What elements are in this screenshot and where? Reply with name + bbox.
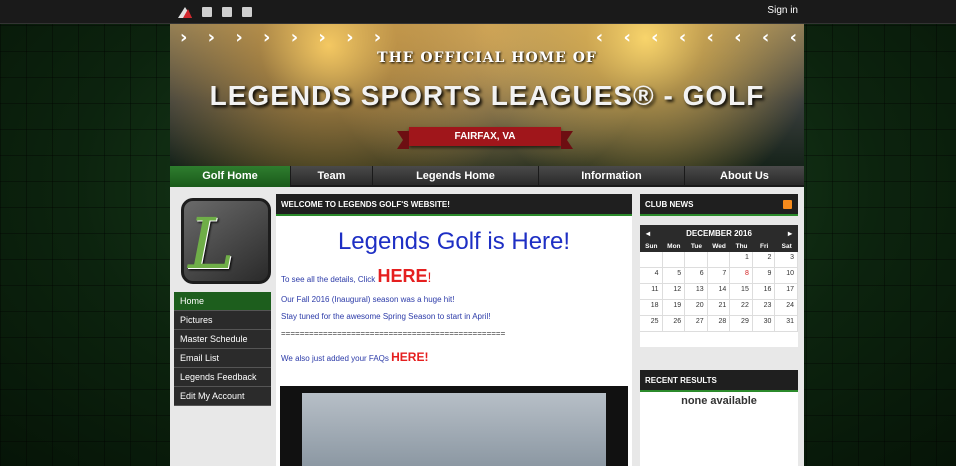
calendar-header: ◂ DECEMBER 2016 ▸ bbox=[640, 225, 798, 241]
calendar-weekday: Thu bbox=[735, 243, 748, 250]
calendar-next-icon[interactable]: ▸ bbox=[788, 229, 792, 238]
calendar-day[interactable]: 3 bbox=[775, 252, 798, 268]
left-column: L Home Pictures Master Schedule Email Li… bbox=[174, 194, 271, 406]
location-ribbon: FAIRFAX, VA bbox=[397, 127, 573, 149]
calendar-day[interactable]: 30 bbox=[752, 316, 776, 332]
calendar-days: 1 2 3 4 5 6 7 8 9 10 11 12 13 14 15 16 17 18 19 20 21 22 23 24 2… bbox=[640, 252, 798, 332]
calendar-day[interactable]: 18 bbox=[640, 300, 663, 316]
calendar-day[interactable]: 11 bbox=[640, 284, 663, 300]
club-news-label: CLUB NEWS bbox=[645, 200, 694, 209]
calendar-weekday: Mon bbox=[667, 243, 681, 250]
calendar-day[interactable]: 1 bbox=[730, 252, 753, 268]
video-player[interactable] bbox=[280, 386, 628, 466]
calendar: ◂ DECEMBER 2016 ▸ Sun Mon Tue Wed Thu Fri Sat … bbox=[640, 225, 798, 347]
calendar-day[interactable]: 14 bbox=[707, 284, 731, 300]
side-item-home[interactable]: Home bbox=[174, 292, 271, 311]
nav-about-us[interactable]: About Us bbox=[685, 166, 804, 187]
legends-logo: L bbox=[181, 198, 271, 285]
details-here-link[interactable]: HERE bbox=[378, 266, 428, 286]
banner-title: LEGENDS SPORTS LEAGUES® - GOLF bbox=[209, 80, 765, 111]
details-text: To see all the details, Click bbox=[281, 275, 378, 284]
season-line: Our Fall 2016 (Inaugural) season was a h… bbox=[281, 295, 455, 304]
twitter-icon[interactable] bbox=[242, 7, 252, 17]
welcome-heading: WELCOME TO LEGENDS GOLF'S WEBSITE! bbox=[276, 194, 632, 216]
calendar-weekdays: Sun Mon Tue Wed Thu Fri Sat bbox=[640, 241, 798, 252]
calendar-day[interactable]: 6 bbox=[685, 268, 708, 284]
calendar-day[interactable]: 19 bbox=[662, 300, 686, 316]
right-chevrons: ‹ ‹ ‹ ‹ ‹ ‹ ‹ ‹ bbox=[595, 27, 804, 48]
calendar-weekday: Fri bbox=[759, 243, 769, 250]
welcome-title: Legends Golf is Here! bbox=[337, 228, 571, 255]
nav-team[interactable]: Team bbox=[291, 166, 373, 187]
calendar-empty-cell bbox=[640, 252, 663, 268]
faq-here-link[interactable]: HERE! bbox=[391, 350, 428, 364]
legends-logo-icon[interactable] bbox=[178, 5, 192, 18]
calendar-weekday: Tue bbox=[690, 243, 702, 250]
calendar-weekday: Wed bbox=[712, 243, 726, 250]
nav-information[interactable]: Information bbox=[539, 166, 685, 187]
nav-legends-home[interactable]: Legends Home bbox=[373, 166, 539, 187]
welcome-panel: WELCOME TO LEGENDS GOLF'S WEBSITE! Legen… bbox=[276, 194, 632, 466]
calendar-day[interactable]: 24 bbox=[775, 300, 798, 316]
calendar-day[interactable]: 20 bbox=[685, 300, 708, 316]
nav-golf-home[interactable]: Golf Home bbox=[170, 166, 291, 187]
side-menu: Home Pictures Master Schedule Email List… bbox=[174, 292, 271, 406]
calendar-day[interactable]: 28 bbox=[707, 316, 731, 332]
header-banner: › › › › › › › › ‹ ‹ ‹ ‹ ‹ ‹ ‹ ‹ THE OFFI… bbox=[170, 24, 804, 166]
facebook-icon[interactable] bbox=[222, 7, 232, 17]
calendar-day[interactable]: 8 bbox=[730, 268, 753, 284]
calendar-day[interactable]: 27 bbox=[685, 316, 708, 332]
calendar-day[interactable]: 22 bbox=[730, 300, 753, 316]
calendar-prev-icon[interactable]: ◂ bbox=[646, 229, 650, 238]
banner-subtitle: THE OFFICIAL HOME OF bbox=[377, 50, 597, 66]
calendar-empty-cell bbox=[662, 252, 686, 268]
calendar-day[interactable]: 2 bbox=[752, 252, 776, 268]
side-item-email-list[interactable]: Email List bbox=[174, 349, 271, 368]
faq-line: We also just added your FAQs HERE! bbox=[281, 350, 627, 364]
calendar-day[interactable]: 26 bbox=[662, 316, 686, 332]
details-suffix: ! bbox=[427, 269, 432, 285]
calendar-day[interactable]: 23 bbox=[752, 300, 776, 316]
calendar-day[interactable]: 15 bbox=[730, 284, 753, 300]
calendar-day[interactable]: 9 bbox=[752, 268, 776, 284]
side-item-edit-my-account[interactable]: Edit My Account bbox=[174, 387, 271, 406]
calendar-day[interactable]: 17 bbox=[775, 284, 798, 300]
calendar-empty-cell bbox=[685, 252, 708, 268]
main-nav: Golf Home Team Legends Home Information … bbox=[170, 166, 804, 187]
calendar-day[interactable]: 5 bbox=[662, 268, 686, 284]
details-line: To see all the details, Click HERE! bbox=[281, 266, 627, 287]
video-thumbnail bbox=[302, 393, 606, 466]
calendar-empty-cell bbox=[707, 252, 731, 268]
right-column: CLUB NEWS ◂ DECEMBER 2016 ▸ Sun Mon Tue Wed… bbox=[640, 194, 798, 466]
calendar-weekday: Sun bbox=[645, 243, 658, 250]
calendar-day[interactable]: 16 bbox=[752, 284, 776, 300]
rss-icon[interactable] bbox=[783, 200, 792, 209]
calendar-day[interactable]: 29 bbox=[730, 316, 753, 332]
calendar-day[interactable]: 12 bbox=[662, 284, 686, 300]
calendar-day[interactable]: 21 bbox=[707, 300, 731, 316]
calendar-weekday: Sat bbox=[781, 243, 792, 250]
recent-results-empty: none available bbox=[640, 392, 798, 466]
calendar-day[interactable]: 25 bbox=[640, 316, 663, 332]
left-chevrons: › › › › › › › › bbox=[180, 27, 389, 48]
calendar-day[interactable]: 13 bbox=[685, 284, 708, 300]
side-item-legends-feedback[interactable]: Legends Feedback bbox=[174, 368, 271, 387]
side-item-pictures[interactable]: Pictures bbox=[174, 311, 271, 330]
calendar-month: DECEMBER 2016 bbox=[686, 228, 752, 238]
page-container: › › › › › › › › ‹ ‹ ‹ ‹ ‹ ‹ ‹ ‹ THE OFFI… bbox=[170, 24, 804, 466]
calendar-day[interactable]: 31 bbox=[775, 316, 798, 332]
recent-results-heading: RECENT RESULTS bbox=[640, 370, 798, 392]
mail-icon[interactable] bbox=[202, 7, 212, 17]
side-item-master-schedule[interactable]: Master Schedule bbox=[174, 330, 271, 349]
top-bar: Sign in bbox=[0, 0, 956, 24]
divider-line: ========================================… bbox=[281, 329, 506, 338]
faq-text: We also just added your FAQs bbox=[281, 354, 392, 363]
recent-results: RECENT RESULTS none available bbox=[640, 370, 798, 466]
calendar-day[interactable]: 10 bbox=[775, 268, 798, 284]
calendar-day[interactable]: 4 bbox=[640, 268, 663, 284]
club-news-heading: CLUB NEWS bbox=[640, 194, 798, 216]
sign-in-link[interactable]: Sign in bbox=[767, 5, 798, 16]
spring-line: Stay tuned for the awesome Spring Season… bbox=[281, 312, 491, 321]
calendar-day[interactable]: 7 bbox=[707, 268, 731, 284]
